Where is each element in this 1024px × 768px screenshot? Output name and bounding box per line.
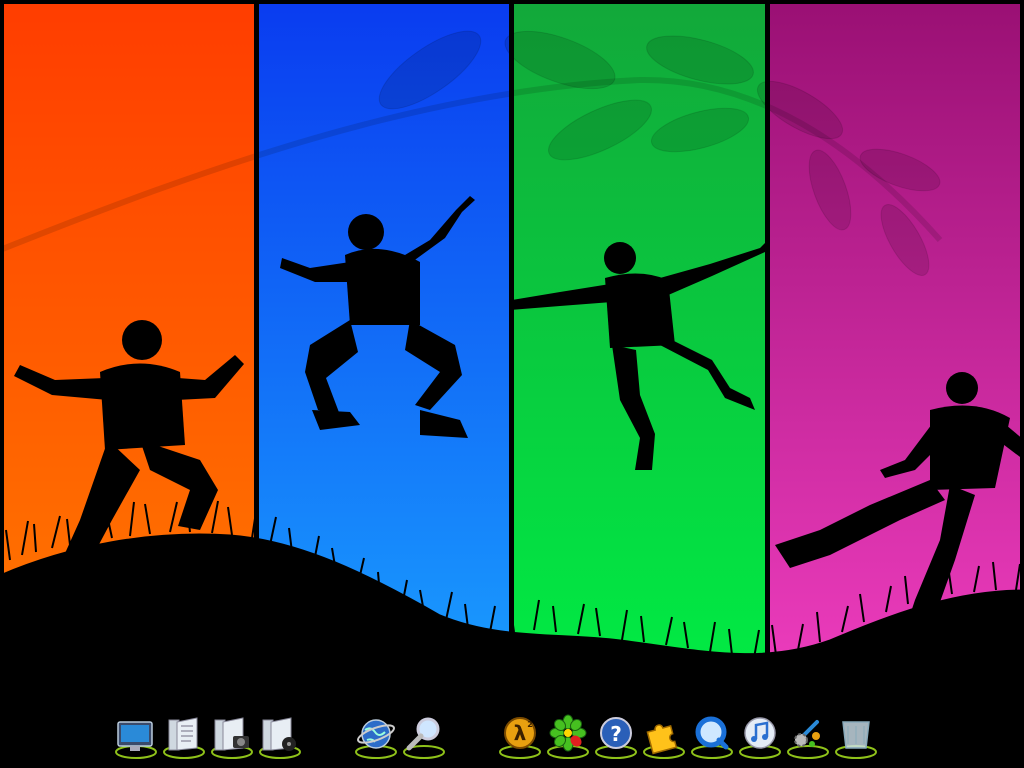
half-life-2-icon[interactable]: λ 2 [497, 712, 543, 760]
svg-text:2: 2 [527, 720, 533, 729]
documents-icon[interactable] [161, 712, 207, 760]
music-icon[interactable] [257, 712, 303, 760]
frame-right [1020, 0, 1024, 768]
search-icon[interactable] [401, 712, 447, 760]
settings-icon[interactable] [785, 712, 831, 760]
help-icon[interactable]: ? [593, 712, 639, 760]
pictures-icon[interactable] [209, 712, 255, 760]
wallpaper [0, 0, 1024, 768]
recycle-bin-icon[interactable] [833, 712, 879, 760]
computer-icon[interactable] [113, 712, 159, 760]
puzzle-icon[interactable] [641, 712, 687, 760]
panel-divider [254, 0, 259, 640]
svg-text:?: ? [610, 722, 622, 746]
frame-left [0, 0, 4, 768]
quicktime-icon[interactable] [689, 712, 735, 760]
internet-globe-icon[interactable] [353, 712, 399, 760]
svg-text:λ: λ [514, 721, 527, 745]
icq-flower-icon[interactable] [545, 712, 591, 760]
itunes-icon[interactable] [737, 712, 783, 760]
frame-top [0, 0, 1024, 4]
dock: λ 2 ? [0, 706, 1024, 768]
panel-divider [509, 0, 514, 640]
panel-divider [765, 0, 770, 660]
desktop: λ 2 ? [0, 0, 1024, 768]
